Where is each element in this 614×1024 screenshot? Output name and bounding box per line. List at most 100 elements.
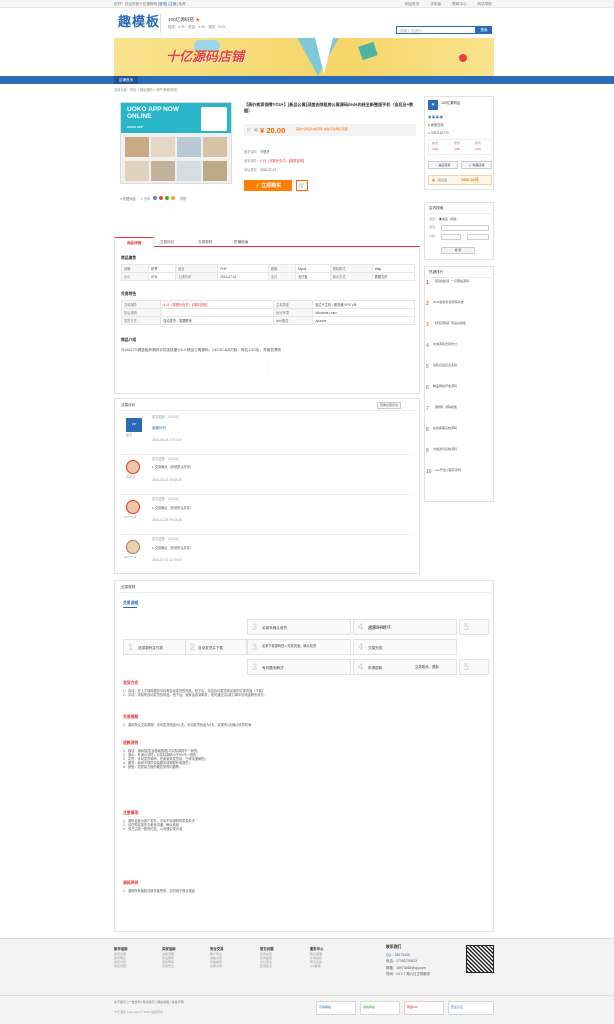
list-item[interactable]: 3 【手机源码】带后台模板: [426, 321, 492, 343]
avatar: [126, 500, 140, 514]
list-item[interactable]: 5 最新自适应企业站: [426, 363, 492, 385]
review-date: 2016-08-03 17:41:34: [152, 438, 182, 442]
section-attrs-title: 商品属性: [121, 256, 137, 260]
list-item[interactable]: 9 文章资讯系统源码: [426, 447, 492, 469]
tab-antifraud[interactable]: 防骗指南: [234, 240, 248, 244]
share-icon[interactable]: ⇪: [140, 197, 143, 201]
price-note: 需支付对应价格源码 前往平台购买页面: [296, 127, 348, 132]
sitemap-link[interactable]: 网站导航: [478, 2, 492, 6]
top-bar-right: 网站首页 手机版 帮助中心 网站导航: [405, 2, 492, 6]
buy-now-button[interactable]: ⚡立即购买: [244, 180, 292, 191]
report-link[interactable]: 举报: [180, 197, 186, 201]
tab-rules[interactable]: 交易规则: [198, 240, 212, 244]
share-weibo-icon[interactable]: [159, 196, 164, 200]
list-item[interactable]: 2 2019最新影视源码系统: [426, 300, 492, 322]
flow-step: 5: [459, 619, 489, 635]
banner-title: 十亿源码店铺: [166, 49, 245, 64]
free-link[interactable]: 免费: [179, 2, 186, 6]
avatar: [126, 460, 140, 474]
shop-search-button[interactable]: 搜 索: [441, 247, 475, 254]
price-min-input[interactable]: [441, 234, 461, 240]
footer-col: 买家指南 交易流程 售后服务 退款申请 交易安全: [162, 947, 176, 968]
cart-icon[interactable]: 🛒: [296, 180, 308, 191]
rules-title: 交易规则: [121, 585, 136, 589]
shop-search-title: 店内搜索: [429, 206, 444, 210]
footer-bottom-links[interactable]: 关于我们 | 广告合作 | 联系我们 | 网站地图 | 免责声明: [114, 1000, 184, 1005]
review-text: 谢谢评价: [152, 426, 167, 430]
review-date: 2016-08-22 09:53:23: [152, 478, 182, 482]
help-link[interactable]: 帮助中心: [452, 2, 466, 6]
price-bar: 价 格 ¥ 20.00 需支付对应价格源码 前往平台购买页面: [244, 124, 416, 136]
like-icon: ●: [152, 546, 154, 550]
flow-step: 4 交易完成: [353, 639, 457, 655]
shop-search-panel: 店内搜索 搜索： ◉本店 ○关键 搜索： 价格 - 搜 索: [424, 202, 494, 260]
flow-title: 交易流程: [123, 601, 139, 605]
tab-details[interactable]: 商品详情: [114, 237, 154, 247]
register-link[interactable]: [注册]: [168, 2, 177, 6]
footer-col: 安全交易 账户安全 诚信交易 防骗指南 担保交易: [210, 947, 224, 968]
home-link[interactable]: 网站首页: [405, 2, 419, 6]
phone-mockup: [201, 107, 227, 131]
product-intro: 与#65279;蜗居租房源码手机版快捷YOU+精品公寓源码，DEDECMS内核，…: [121, 348, 282, 352]
keyword-row: 搜索：: [429, 225, 439, 229]
collect-link[interactable]: 收藏商品: [123, 197, 136, 201]
search-input[interactable]: 请输入关键词: [400, 29, 422, 33]
share-qzone-icon[interactable]: [170, 196, 175, 200]
favorite-shop-button[interactable]: ☆ 收藏店铺: [461, 161, 492, 169]
avatar: [126, 540, 140, 554]
badges-icon: ▣▣▣▣: [428, 115, 444, 119]
price-max-input[interactable]: [467, 234, 489, 240]
price-value: ¥ 20.00: [260, 125, 286, 135]
trust-badge[interactable]: 可信网站: [316, 1001, 356, 1015]
flow-step-label: 交易取消，退款: [415, 665, 439, 669]
review-item: fan****13 成交金额：20.00元 ● 交易确认（系统默认好评） 201…: [120, 536, 414, 570]
product-image[interactable]: UOKO APP NOW ONLINE UOKO APP: [120, 102, 232, 184]
price-label: 价 格: [247, 128, 258, 132]
trust-badge[interactable]: 网络110: [404, 1001, 444, 1015]
review-item: 苏哥哥 成交金额：20.00元 ● 交易确认（系统默认好评） 2016-08-2…: [120, 456, 414, 492]
reviews-title: 交易评价: [121, 403, 136, 407]
share-link[interactable]: 分享: [144, 197, 150, 201]
trust-badge[interactable]: 诚信网站: [360, 1001, 400, 1015]
login-link[interactable]: [登录]: [158, 2, 167, 6]
shop-card-name[interactable]: 100亿源码店: [441, 101, 460, 105]
welcome-text: 您好！欢迎来到十亿源码网: [114, 1, 158, 6]
nav-shop-home[interactable]: 店铺首页: [114, 76, 138, 84]
list-item[interactable]: 8 在线客服系统源码: [426, 426, 492, 448]
rules-sec-body: 1．源码全部为用户发布，平台不对源码的质量负责 2．请在购买前先与卖家沟通，确认商…: [123, 819, 195, 831]
favorite-icon[interactable]: ♥: [120, 197, 122, 201]
section-intro-title: 商品介绍: [121, 338, 137, 342]
footer-col: 新手指南 如何注册 如何购买 如何付款 常见问题: [114, 947, 128, 968]
list-item[interactable]: 10 vue开发小程序源码: [426, 468, 492, 490]
expand-icon[interactable]: ⋮ ⋮: [265, 363, 269, 371]
list-item[interactable]: 4 商城源码支持支付: [426, 342, 492, 364]
shop-ratings: 描述 质量 服务 4.99 4.99 5.00: [428, 139, 492, 155]
footer-col: 常见问题 如何充值 如何提现 支付安全 投诉建议: [260, 947, 274, 968]
share-qq-icon[interactable]: [153, 196, 158, 200]
detail-panel: 商品属性 品牌 织梦 语言 PHP 数据 Mysql 授权模式 Wap 大小 47M 上线时间 20…: [114, 248, 420, 394]
share-wechat-icon[interactable]: [165, 196, 170, 200]
shop-name[interactable]: 100亿源码店 ★: [168, 17, 200, 23]
shop-qq[interactable]: ● 2297181779: [428, 131, 449, 135]
site-logo[interactable]: 趣模板: [118, 14, 160, 30]
star-icon: ★: [195, 17, 200, 22]
all-reviews-button[interactable]: 查看全部评价: [377, 402, 402, 410]
list-item[interactable]: 6 精品网站开发源码: [426, 384, 492, 406]
list-item[interactable]: 1 【自动发货】一元网站源码: [426, 279, 492, 301]
keyword-input[interactable]: [441, 225, 489, 231]
flag-icon: ■: [428, 123, 430, 127]
qq-icon: ●: [428, 131, 430, 135]
flow-step: 4 申请退款: [353, 659, 457, 675]
enter-shop-button[interactable]: ⌂ 进店逛逛: [428, 161, 458, 169]
review-text: ● 交易确认（系统默认好评）: [152, 546, 194, 550]
rules-sec-body: 1．描述：源码描述(含基础数据)与实际源码不一致的； 2．演示：有演示站时，与实际…: [123, 749, 208, 769]
trade-table: 交易保障 ¥ 15（需额外支付）【保障说明】 主机类型 独立IP主机 / 服务器 VP…: [120, 300, 415, 325]
flow-step: 2 自动发货并下载: [185, 639, 247, 655]
footer: 新手指南 如何注册 如何购买 如何付款 常见问题 买家指南 交易流程 售后服务 退款申请 交易安…: [0, 938, 614, 1024]
list-item[interactable]: 7 【推荐】源码模板: [426, 405, 492, 427]
mobile-link[interactable]: 手机版: [430, 2, 441, 6]
trust-badge[interactable]: 安全认证: [448, 1001, 494, 1015]
search-button[interactable]: 搜索: [476, 26, 492, 34]
tab-reviews[interactable]: 交易评价: [160, 240, 174, 244]
attrs-table: 品牌 织梦 语言 PHP 数据 Mysql 授权模式 Wap 大小 47M 上线时间 2016-07…: [120, 264, 416, 281]
